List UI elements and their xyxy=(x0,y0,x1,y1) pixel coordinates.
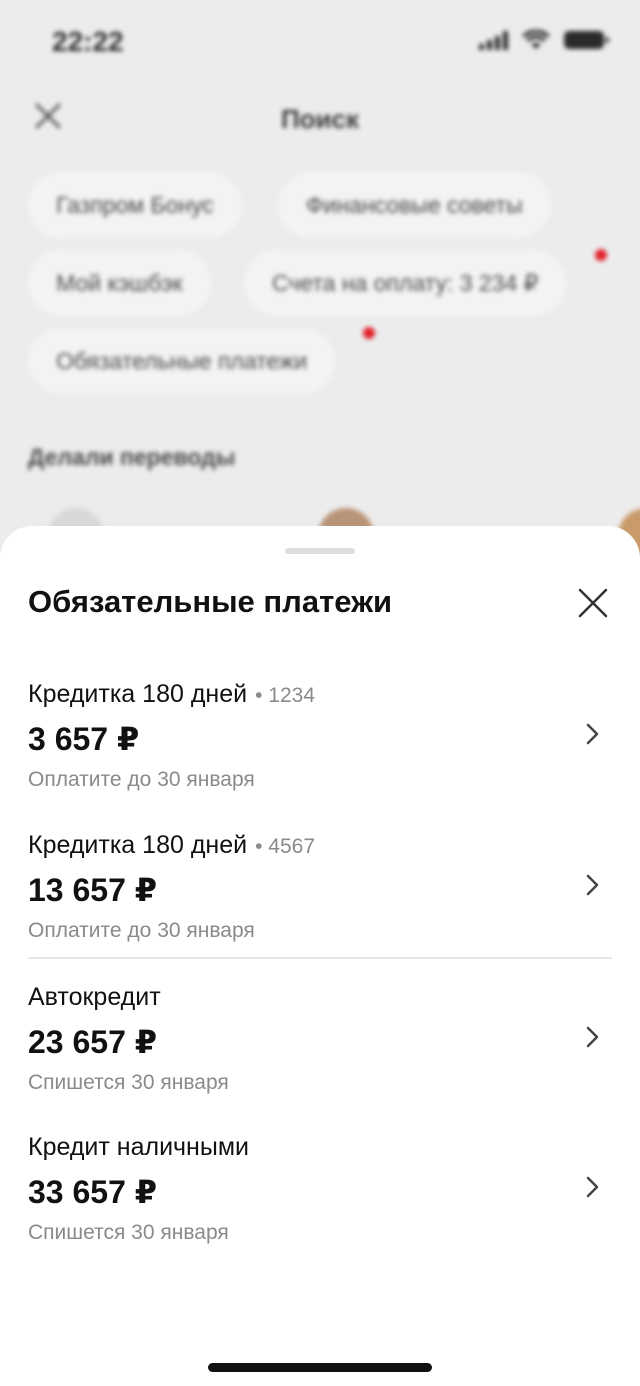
chip-label: Мой кэшбэк xyxy=(56,269,183,296)
payment-due-note: Спишется 30 января xyxy=(28,1221,229,1244)
home-indicator xyxy=(208,1363,432,1372)
battery-icon xyxy=(564,31,609,49)
sheet-title: Обязательные платежи xyxy=(28,584,393,619)
mandatory-payments-sheet: Обязательные платежи Кредитка 180 дней • … xyxy=(0,526,640,1386)
payment-name: Кредитка 180 дней xyxy=(28,680,248,708)
wifi-icon xyxy=(522,30,550,49)
chip-label: Обязательные платежи xyxy=(56,347,308,374)
chip-my-cashback: Мой кэшбэк xyxy=(28,250,211,316)
chevron-right-icon xyxy=(586,723,599,745)
payment-name: Кредит наличными xyxy=(28,1133,249,1161)
payment-item[interactable]: Кредитка 180 дней • 1234 3 657 ₽ Оплатите… xyxy=(0,680,640,830)
payment-due-note: Оплатите до 30 января xyxy=(28,768,255,791)
chip-financial-tips: Финансовые советы xyxy=(278,172,551,238)
notification-dot xyxy=(363,327,375,339)
chip-label: Счета на оплату: 3 234 ₽ xyxy=(272,269,539,296)
payment-name: Автокредит xyxy=(28,983,161,1011)
sheet-grabber[interactable] xyxy=(285,548,355,554)
payment-name-row: Автокредит xyxy=(28,983,161,1012)
card-mask: • 4567 xyxy=(255,835,315,858)
chevron-right-icon xyxy=(586,1026,599,1048)
payment-amount: 33 657 ₽ xyxy=(28,1174,158,1210)
chip-mandatory-payments: Обязательные платежи xyxy=(28,328,336,394)
payment-name: Кредитка 180 дней xyxy=(28,831,248,859)
divider xyxy=(28,957,612,959)
close-button[interactable] xyxy=(576,586,610,620)
cellular-signal-icon xyxy=(479,30,508,50)
chip-gazprom-bonus: Газпром Бонус xyxy=(28,172,242,238)
payment-amount: 13 657 ₽ xyxy=(28,872,158,908)
section-title: Делали переводы xyxy=(28,444,236,470)
payment-due-note: Спишется 30 января xyxy=(28,1071,229,1094)
chip-label: Финансовые советы xyxy=(306,191,523,218)
payment-due-note: Оплатите до 30 января xyxy=(28,919,255,942)
payment-item[interactable]: Кредит наличными 33 657 ₽ Спишется 30 ян… xyxy=(0,1133,640,1283)
status-icons xyxy=(479,30,609,50)
payment-name-row: Кредитка 180 дней • 4567 xyxy=(28,831,315,860)
search-title: Поиск xyxy=(280,104,360,134)
card-mask: • 1234 xyxy=(255,684,315,707)
chevron-right-icon xyxy=(586,874,599,896)
notification-dot xyxy=(595,249,607,261)
payment-amount: 3 657 ₽ xyxy=(28,721,140,757)
payment-amount: 23 657 ₽ xyxy=(28,1024,158,1060)
payment-item[interactable]: Автокредит 23 657 ₽ Спишется 30 января xyxy=(0,983,640,1133)
chevron-right-icon xyxy=(586,1176,599,1198)
chip-label: Газпром Бонус xyxy=(56,191,214,218)
payment-name-row: Кредитка 180 дней • 1234 xyxy=(28,680,315,709)
status-time: 22:22 xyxy=(52,26,124,57)
payment-name-row: Кредит наличными xyxy=(28,1133,249,1162)
chip-bills: Счета на оплату: 3 234 ₽ xyxy=(244,250,567,316)
